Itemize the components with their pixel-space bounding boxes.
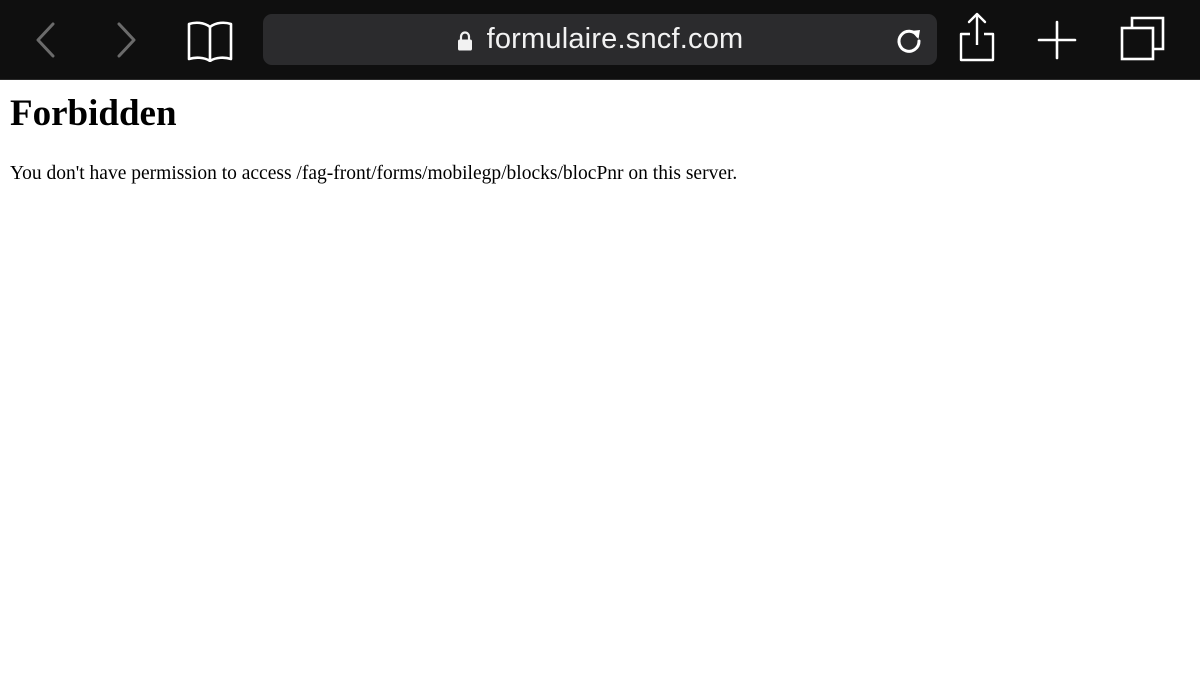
address-bar[interactable]: formulaire.sncf.com — [263, 14, 937, 65]
page-content: Forbidden You don't have permission to a… — [0, 80, 1200, 675]
share-button[interactable] — [956, 10, 998, 64]
tabs-button[interactable] — [1118, 14, 1168, 64]
forward-arrow-icon — [117, 22, 136, 58]
share-icon — [959, 12, 995, 62]
url-text: formulaire.sncf.com — [486, 23, 744, 55]
bookmarks-icon — [187, 21, 233, 62]
new-tab-icon — [1037, 20, 1077, 60]
new-tab-button[interactable] — [1035, 18, 1079, 62]
tabs-icon — [1120, 16, 1165, 61]
back-button[interactable] — [28, 20, 64, 60]
back-arrow-icon — [36, 22, 55, 58]
reload-button[interactable] — [893, 24, 925, 56]
error-message: You don't have permission to access /fag… — [10, 163, 738, 184]
forward-button[interactable] — [108, 20, 144, 60]
bookmarks-button[interactable] — [185, 17, 235, 63]
page-title: Forbidden — [10, 93, 177, 134]
browser-toolbar: formulaire.sncf.com — [0, 0, 1200, 80]
lock-icon — [457, 30, 472, 50]
reload-icon — [897, 29, 921, 53]
